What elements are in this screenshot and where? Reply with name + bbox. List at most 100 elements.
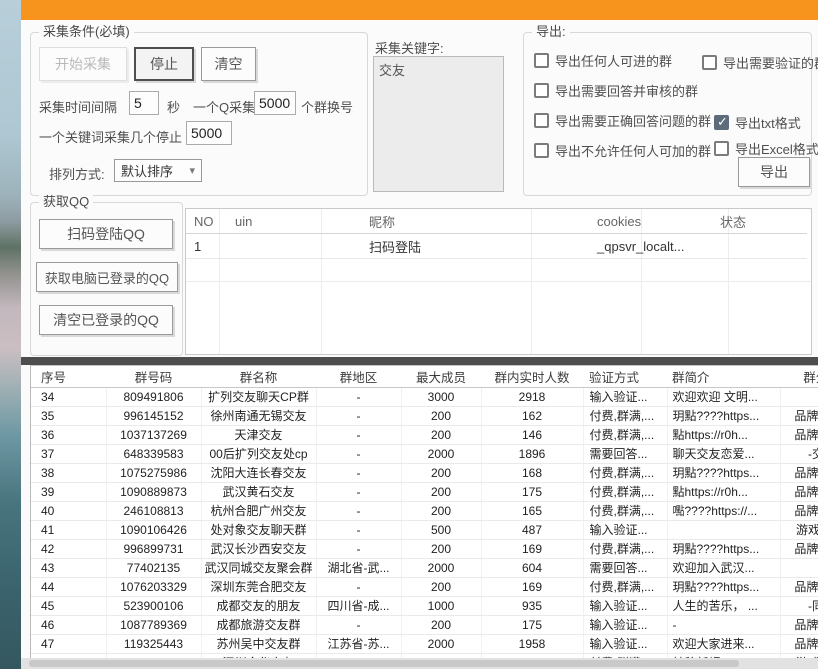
table-row[interactable]: 3764833958300后扩列交友处cp-20001896需要回答...聊天交… bbox=[31, 445, 818, 464]
table-row[interactable]: 1扫码登陆_qpsvr_localt... bbox=[186, 234, 807, 259]
clear-logged-qq-button[interactable]: 清空已登录的QQ bbox=[39, 305, 173, 335]
get-logged-qq-button[interactable]: 获取电脑已登录的QQ bbox=[36, 262, 178, 292]
table-cell: 200 bbox=[401, 483, 481, 502]
table-row[interactable]: 35996145152徐州南通无锡交友-200162付费,群满,...玥點???… bbox=[31, 407, 818, 426]
group-results-table: 序号群号码群名称群地区最大成员群内实时人数验证方式群简介群分类 34809491… bbox=[30, 365, 818, 658]
checkbox-export-answer-review[interactable]: 导出需要回答并审核的群 bbox=[534, 81, 698, 100]
table-cell: 00后扩列交友处cp bbox=[201, 445, 316, 464]
column-header[interactable]: 群内实时人数 bbox=[481, 366, 583, 388]
checkbox-label: 导出不允许任何人可加的群 bbox=[555, 141, 711, 160]
scrollbar-thumb[interactable] bbox=[29, 660, 739, 667]
table-cell: 點https://r0h... bbox=[667, 426, 780, 445]
table-cell: 玥點????https... bbox=[667, 464, 780, 483]
keyword-stop-input[interactable] bbox=[186, 121, 232, 145]
checkbox-export-correct-answer[interactable]: 导出需要正确回答问题的群 bbox=[534, 111, 711, 130]
clear-button[interactable]: 清空 bbox=[201, 47, 256, 81]
table-cell: 1076203329 bbox=[106, 578, 201, 597]
start-collect-button[interactable]: 开始采集 bbox=[39, 47, 127, 81]
chevron-down-icon: ▾ bbox=[189, 164, 195, 177]
column-header[interactable]: 群名称 bbox=[201, 366, 316, 388]
table-cell: 1000 bbox=[401, 597, 481, 616]
table-cell: 深圳东莞合肥交友 bbox=[201, 578, 316, 597]
checkbox[interactable] bbox=[534, 143, 549, 158]
qq-table-body: 1扫码登陆_qpsvr_localt... bbox=[186, 234, 807, 259]
checkbox[interactable] bbox=[714, 141, 729, 156]
column-header[interactable]: 群简介 bbox=[667, 366, 780, 388]
table-row[interactable]: 45523900106成都交友的朋友四川省-成...1000935输入验证...… bbox=[31, 597, 818, 616]
checkbox-export-anyone[interactable]: 导出任何人可进的群 bbox=[534, 51, 672, 70]
table-cell: 43 bbox=[31, 559, 106, 578]
table-cell: 湖北省-武... bbox=[316, 559, 401, 578]
table-row[interactable]: 4377402135武汉同城交友聚会群湖北省-武...2000604需要回答..… bbox=[31, 559, 818, 578]
table-cell: 3000 bbox=[401, 388, 481, 407]
table-cell: 1090889873 bbox=[106, 483, 201, 502]
table-cell: 200 bbox=[401, 464, 481, 483]
table-cell: 1090106426 bbox=[106, 521, 201, 540]
table-cell: 沈阳大连长春交友 bbox=[201, 464, 316, 483]
table-cell: _qpsvr_localt... bbox=[579, 234, 707, 259]
table-cell: - bbox=[316, 540, 401, 559]
checkbox-label: 导出需要回答并审核的群 bbox=[555, 81, 698, 100]
checkbox[interactable] bbox=[714, 115, 729, 130]
table-cell: 35 bbox=[31, 407, 106, 426]
export-button[interactable]: 导出 bbox=[738, 157, 810, 187]
panel-title: 获取QQ bbox=[39, 194, 93, 210]
table-cell: 品牌,产品- bbox=[780, 426, 818, 445]
checkbox[interactable] bbox=[702, 55, 717, 70]
table-cell: 欢迎加入武汉... bbox=[667, 559, 780, 578]
checkbox-export-need-verify[interactable]: 导出需要验证的群 bbox=[702, 53, 818, 72]
checkbox[interactable] bbox=[534, 83, 549, 98]
table-row[interactable]: 361037137269天津交友-200146付费,群满,...點https:/… bbox=[31, 426, 818, 445]
table-cell: 2000 bbox=[401, 445, 481, 464]
table-cell: 47 bbox=[31, 635, 106, 654]
table-cell: 2000 bbox=[401, 559, 481, 578]
column-header[interactable]: 昵称 bbox=[337, 209, 579, 234]
column-header[interactable]: 群地区 bbox=[316, 366, 401, 388]
column-header[interactable]: cookies bbox=[579, 209, 707, 234]
table-cell: - bbox=[316, 521, 401, 540]
table-row[interactable]: 461087789369成都旅游交友群-200175输入验证...-品牌,产品- bbox=[31, 616, 818, 635]
horizontal-scrollbar[interactable] bbox=[21, 658, 818, 669]
column-header[interactable]: NO bbox=[186, 209, 227, 234]
table-row[interactable]: 381075275986沈阳大连长春交友-200168付费,群满,...玥點??… bbox=[31, 464, 818, 483]
keywords-textarea[interactable]: 交友 bbox=[373, 56, 504, 192]
checkbox[interactable] bbox=[534, 53, 549, 68]
column-header[interactable]: 群号码 bbox=[106, 366, 201, 388]
checkbox-export-excel[interactable]: 导出Excel格式 bbox=[714, 139, 818, 158]
table-cell bbox=[667, 521, 780, 540]
column-header[interactable]: 序号 bbox=[31, 366, 106, 388]
checkbox[interactable] bbox=[534, 113, 549, 128]
table-row[interactable]: 42996899731武汉长沙西安交友-200169付费,群满,...玥點???… bbox=[31, 540, 818, 559]
table-cell: 996899731 bbox=[106, 540, 201, 559]
per-q-input[interactable] bbox=[254, 91, 296, 115]
checkbox-export-no-join[interactable]: 导出不允许任何人可加的群 bbox=[534, 141, 711, 160]
table-cell: 36 bbox=[31, 426, 106, 445]
group-table-body: 34809491806扩列交友聊天CP群-30002918输入验证...欢迎欢迎… bbox=[31, 388, 818, 659]
interval-label: 采集时间间隔 bbox=[39, 97, 117, 116]
table-row[interactable]: 411090106426处对象交友聊天群-500487输入验证...游戏-游戏 bbox=[31, 521, 818, 540]
table-cell: 武汉同城交友聚会群 bbox=[201, 559, 316, 578]
table-row[interactable]: 47119325443苏州吴中交友群江苏省-苏...20001958输入验证..… bbox=[31, 635, 818, 654]
table-cell: 39 bbox=[31, 483, 106, 502]
table-cell: 200 bbox=[401, 502, 481, 521]
scan-login-qq-button[interactable]: 扫码登陆QQ bbox=[39, 219, 173, 249]
column-header[interactable]: 群分类 bbox=[780, 366, 818, 388]
table-row[interactable]: 441076203329深圳东莞合肥交友-200169付费,群满,...玥點??… bbox=[31, 578, 818, 597]
column-header[interactable]: 验证方式 bbox=[583, 366, 667, 388]
stop-button[interactable]: 停止 bbox=[134, 47, 194, 81]
table-row[interactable]: 40246108813杭州合肥广州交友-200165付费,群满,...嚸????… bbox=[31, 502, 818, 521]
checkbox-export-txt[interactable]: 导出txt格式 bbox=[714, 113, 801, 132]
table-cell: - bbox=[316, 464, 401, 483]
column-header[interactable]: uin bbox=[227, 209, 337, 234]
column-header[interactable]: 最大成员 bbox=[401, 366, 481, 388]
table-cell: 42 bbox=[31, 540, 106, 559]
table-cell: 武汉长沙西安交友 bbox=[201, 540, 316, 559]
table-row[interactable]: 34809491806扩列交友聊天CP群-30002918输入验证...欢迎欢迎… bbox=[31, 388, 818, 407]
interval-input[interactable] bbox=[129, 91, 159, 115]
column-header[interactable]: 状态 bbox=[707, 209, 807, 234]
table-row[interactable]: 391090889873武汉黄石交友-200175付费,群满,...點https… bbox=[31, 483, 818, 502]
window-titlebar[interactable] bbox=[21, 0, 818, 20]
table-cell: 175 bbox=[481, 483, 583, 502]
get-qq-panel: 获取QQ 扫码登陆QQ 获取电脑已登录的QQ 清空已登录的QQ bbox=[30, 202, 183, 356]
sort-select[interactable]: 默认排序 ▾ bbox=[114, 159, 202, 182]
